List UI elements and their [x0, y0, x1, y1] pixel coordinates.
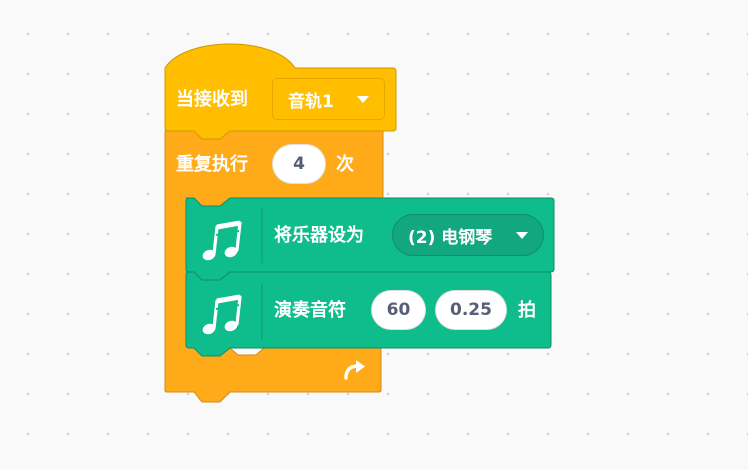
- chevron-down-icon: [516, 232, 528, 239]
- repeat-count-input[interactable]: 4: [272, 144, 326, 184]
- note-value: 60: [386, 300, 411, 320]
- note-input[interactable]: 60: [371, 290, 426, 330]
- instrument-dropdown[interactable]: (2) 电钢琴: [392, 214, 544, 256]
- repeat-times-label: 次: [336, 154, 354, 175]
- loop-arrow-icon: [344, 360, 365, 380]
- beats-unit-label: 拍: [518, 300, 536, 321]
- message-value: 音轨1: [288, 91, 334, 112]
- chevron-down-icon: [357, 96, 369, 103]
- music-notes-icon: [202, 220, 242, 261]
- script-canvas: [164, 43, 555, 403]
- message-dropdown[interactable]: 音轨1: [272, 78, 385, 120]
- set-instrument-label: 将乐器设为: [274, 225, 364, 246]
- repeat-count-value: 4: [293, 154, 305, 174]
- play-note-label: 演奏音符: [274, 300, 346, 321]
- music-notes-icon: [202, 294, 242, 335]
- instrument-value: (2) 电钢琴: [408, 227, 493, 248]
- when-i-receive-label: 当接收到: [176, 89, 248, 110]
- beats-value: 0.25: [450, 300, 492, 320]
- beats-input[interactable]: 0.25: [435, 290, 507, 330]
- repeat-label: 重复执行: [176, 154, 248, 175]
